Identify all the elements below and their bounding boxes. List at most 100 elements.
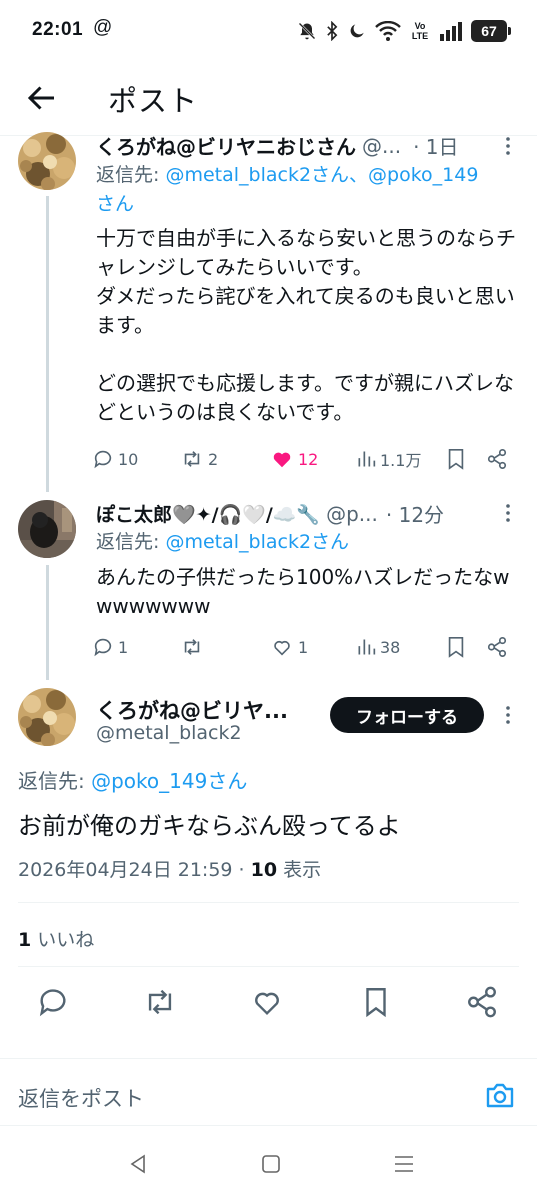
reply-prefix: 返信先:: [96, 164, 166, 186]
views-button[interactable]: 38: [356, 637, 400, 657]
author-name[interactable]: ぽこ太郎🩶✦/🎧🤍/☁️🔧: [96, 500, 320, 527]
like-total: 1: [18, 929, 32, 951]
wifi-icon: [375, 21, 401, 41]
avatar[interactable]: [18, 500, 76, 558]
page-title: ポスト: [108, 84, 199, 118]
reply-composer[interactable]: 返信をポスト: [0, 1058, 537, 1126]
more-icon[interactable]: [498, 705, 518, 725]
heart-icon: [255, 992, 279, 1016]
volte-icon: Vo LTE: [411, 21, 429, 41]
post-actions: [0, 985, 537, 1025]
views-label: 表示: [277, 859, 322, 881]
reply-mention[interactable]: @poko_149さん: [91, 769, 247, 793]
views-icon: [358, 639, 376, 655]
reply-prefix: 返信先:: [96, 531, 166, 553]
avatar-image: [18, 132, 76, 190]
views-button[interactable]: 1.1万: [356, 447, 421, 471]
reply-icon: [94, 450, 112, 469]
nav-menu-icon[interactable]: [392, 1152, 416, 1176]
repost-icon: [184, 451, 200, 467]
author-handle[interactable]: @p...: [326, 502, 378, 526]
nav-home-icon[interactable]: [259, 1152, 283, 1176]
bookmark-button[interactable]: [446, 636, 466, 658]
post-time[interactable]: · 12分: [386, 499, 444, 528]
post-text: お前が俺のガキならぶん殴ってるよ: [18, 812, 401, 840]
share-button[interactable]: [465, 985, 501, 1021]
repost-count: 2: [208, 449, 219, 469]
avatar[interactable]: [18, 132, 76, 190]
tweet-header: くろがね@ビリヤニおじさん @... · 1日: [96, 131, 459, 160]
reply-button[interactable]: 1: [92, 636, 128, 658]
repost-button[interactable]: 2: [180, 448, 218, 470]
like-button[interactable]: 12: [270, 448, 318, 470]
arrow-left-icon: [27, 86, 54, 110]
share-button[interactable]: [486, 448, 508, 470]
tweet-text: 十万で自由が手に入るなら安いと思うのならチャレンジしてみたらいいです。 ダメだっ…: [96, 226, 516, 424]
status-time: 22:01: [32, 19, 84, 40]
reply-context: 返信先: @metal_black2さん、@poko_149 さん: [96, 161, 516, 219]
share-icon: [487, 637, 507, 657]
heart-filled-icon: [273, 452, 291, 468]
back-button[interactable]: [24, 80, 60, 116]
more-icon[interactable]: [498, 136, 518, 156]
avatar-image: [18, 688, 76, 746]
post-date[interactable]: 2026年04月24日 21:59 ·: [18, 859, 251, 881]
divider: [18, 966, 519, 967]
post-time[interactable]: · 1日: [413, 131, 458, 160]
battery-icon: 67: [471, 20, 511, 42]
post-timestamp: 2026年04月24日 21:59 · 10 表示: [18, 855, 321, 882]
author-name[interactable]: くろがね@ビリヤニおじさん: [96, 131, 356, 160]
signal-icon: [440, 22, 462, 41]
reply-count: 1: [118, 637, 129, 657]
like-button[interactable]: [250, 985, 286, 1021]
nav-back-icon[interactable]: [126, 1152, 150, 1176]
follow-button[interactable]: フォローする: [330, 697, 484, 733]
author-handle[interactable]: @...: [362, 134, 401, 158]
author-handle[interactable]: @metal_black2: [96, 722, 242, 744]
like-count: 1: [298, 637, 309, 657]
system-nav-bar: [0, 1130, 537, 1199]
repost-icon: [184, 639, 200, 655]
avatar[interactable]: [18, 688, 76, 746]
camera-icon[interactable]: [485, 1081, 515, 1109]
status-bar: 22:01 @ Vo LTE 67: [0, 0, 537, 60]
view-count: 10: [250, 859, 278, 881]
tweet-header: ぽこ太郎🩶✦/🎧🤍/☁️🔧 @p... · 12分: [96, 499, 444, 528]
like-button[interactable]: 1: [270, 636, 308, 658]
reply-context: 返信先: @metal_black2さん: [96, 528, 516, 557]
battery-level: 67: [481, 23, 497, 39]
bookmark-button[interactable]: [446, 448, 466, 470]
app-header: ポスト: [0, 60, 537, 136]
views-icon: [358, 451, 376, 467]
status-at-symbol: @: [93, 17, 113, 38]
reply-icon: [39, 989, 66, 1017]
share-icon: [468, 986, 496, 1018]
divider: [18, 902, 519, 903]
avatar-image: [18, 500, 76, 558]
bookmark-button[interactable]: [359, 985, 395, 1021]
likes-label: いいね: [31, 929, 95, 951]
bookmark-icon: [448, 637, 464, 658]
tweet-actions: 1 1 38: [92, 633, 522, 661]
thread-connector: [46, 565, 49, 680]
more-icon[interactable]: [498, 503, 518, 523]
repost-icon: [148, 989, 172, 1015]
bookmark-icon: [448, 449, 464, 470]
repost-button[interactable]: [180, 636, 208, 658]
reply-mentions[interactable]: @metal_black2さん: [165, 531, 349, 553]
repost-button[interactable]: [143, 985, 179, 1021]
reply-button[interactable]: [36, 985, 72, 1021]
author-name[interactable]: くろがね@ビリヤ...: [96, 695, 288, 725]
share-button[interactable]: [486, 636, 508, 658]
bluetooth-icon: [327, 21, 338, 41]
reply-mentions[interactable]: @metal_black2さん、@poko_149: [165, 164, 478, 186]
reply-input[interactable]: 返信をポスト: [18, 1083, 144, 1113]
share-icon: [487, 449, 507, 469]
likes-summary[interactable]: 1 いいね: [18, 925, 94, 952]
view-count: 38: [380, 637, 401, 657]
tweet-text: あんたの子供だったら100%ハズレだったなwwwwwwww: [96, 565, 510, 618]
reply-button[interactable]: 10: [92, 448, 138, 470]
bell-off-icon: [298, 22, 316, 40]
reply-suffix[interactable]: さん: [96, 193, 134, 215]
reply-prefix: 返信先:: [18, 769, 92, 793]
